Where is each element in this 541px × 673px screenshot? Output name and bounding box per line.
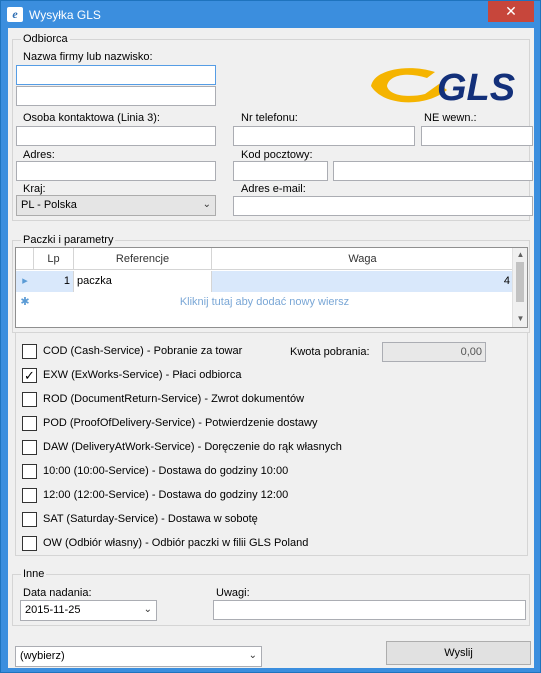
recipient-group: Odbiorca GLS Nazwa firmy lub nazwisko: O… (12, 33, 533, 221)
cell-reference[interactable]: paczka (74, 271, 212, 292)
company-name-line2-input[interactable] (16, 86, 216, 106)
scroll-up-icon[interactable]: ▲ (513, 250, 528, 259)
service-label: DAW (DeliveryAtWork-Service) - Doręczeni… (43, 441, 342, 453)
service-label: 12:00 (12:00-Service) - Dostawa do godzi… (43, 489, 289, 501)
service-label: EXW (ExWorks-Service) - Płaci odbiorca (43, 369, 242, 381)
table-row[interactable]: ▸ 1 paczka 4 (16, 271, 513, 292)
cell-lp[interactable]: 1 (34, 271, 74, 292)
postal-code-label: Kod pocztowy: (241, 149, 313, 161)
address-label: Adres: (23, 149, 55, 161)
service-checkbox[interactable] (22, 536, 37, 551)
ne-label: NE wewn.: (424, 112, 477, 124)
scroll-down-icon[interactable]: ▼ (513, 314, 528, 323)
title-bar[interactable]: e Wysyłka GLS ✕ (1, 1, 540, 28)
country-select-value: PL - Polska (21, 199, 77, 211)
window-title: Wysyłka GLS (29, 8, 101, 22)
city-input[interactable] (333, 161, 533, 181)
dialog-client: Odbiorca GLS Nazwa firmy lub nazwisko: O… (8, 28, 534, 668)
service-checkbox[interactable] (22, 464, 37, 479)
grid-header-corner (16, 248, 34, 270)
email-label: Adres e-mail: (241, 183, 306, 195)
gls-logo: GLS (371, 67, 515, 108)
service-checkbox[interactable] (22, 392, 37, 407)
column-header-lp[interactable]: Lp (34, 248, 74, 270)
service-checkbox[interactable] (22, 440, 37, 455)
service-checkbox[interactable] (22, 512, 37, 527)
gls-logo-swoosh (371, 68, 447, 103)
date-value: 2015-11-25 (25, 604, 81, 616)
service-label: OW (Odbiór własny) - Odbiór paczki w fil… (43, 537, 309, 549)
parcels-grid[interactable]: Lp Referencje Waga ▸ 1 paczka 4 ✱ Klikni… (15, 247, 528, 328)
grid-scrollbar[interactable]: ▲ ▼ (512, 248, 527, 327)
service-label: 10:00 (10:00-Service) - Dostawa do godzi… (43, 465, 289, 477)
service-label: SAT (Saturday-Service) - Dostawa w sobot… (43, 513, 258, 525)
cod-amount-label: Kwota pobrania: (290, 346, 370, 358)
email-input[interactable] (233, 196, 533, 216)
address-input[interactable] (16, 161, 216, 181)
date-label: Data nadania: (23, 587, 92, 599)
date-picker[interactable]: 2015-11-25 ⌄ (20, 600, 157, 621)
contact-person-input[interactable] (16, 126, 216, 146)
column-header-weight[interactable]: Waga (212, 248, 513, 270)
row-indicator-icon: ▸ (22, 275, 28, 287)
company-label: Nazwa firmy lub nazwisko: (23, 51, 153, 63)
service-checkbox[interactable] (22, 488, 37, 503)
service-checkbox[interactable] (22, 416, 37, 431)
service-label: POD (ProofOfDelivery-Service) - Potwierd… (43, 417, 318, 429)
phone-label: Nr telefonu: (241, 112, 298, 124)
country-select[interactable]: PL - Polska ⌄ (16, 195, 216, 216)
scroll-thumb[interactable] (516, 262, 524, 302)
other-legend: Inne (21, 568, 47, 580)
chevron-down-icon: ⌄ (143, 604, 152, 615)
template-select-value: (wybierz) (20, 650, 65, 662)
services-panel: COD (Cash-Service) - Pobranie za towar K… (15, 332, 528, 556)
gls-logo-text: GLS (437, 67, 515, 108)
country-label: Kraj: (23, 183, 46, 195)
phone-input[interactable] (233, 126, 415, 146)
service-label: COD (Cash-Service) - Pobranie za towar (43, 345, 243, 357)
send-button[interactable]: Wyslij (386, 641, 531, 665)
notes-label: Uwagi: (216, 587, 250, 599)
cod-amount-input[interactable] (382, 342, 486, 362)
contact-label: Osoba kontaktowa (Linia 3): (23, 112, 160, 124)
cell-weight[interactable]: 4 (212, 271, 513, 292)
service-checkbox[interactable] (22, 344, 37, 359)
service-checkbox[interactable]: ✓ (22, 368, 37, 383)
close-button[interactable]: ✕ (488, 1, 534, 22)
app-icon: e (7, 7, 23, 22)
new-row[interactable]: ✱ Kliknij tutaj aby dodać nowy wiersz (16, 292, 513, 313)
chevron-down-icon: ⌄ (248, 650, 257, 661)
service-label: ROD (DocumentReturn-Service) - Zwrot dok… (43, 393, 305, 405)
dialog-window: e Wysyłka GLS ✕ Odbiorca GLS Nazwa firmy… (0, 0, 541, 673)
recipient-legend: Odbiorca (21, 33, 70, 45)
notes-input[interactable] (213, 600, 526, 620)
new-row-hint[interactable]: Kliknij tutaj aby dodać nowy wiersz (16, 292, 513, 313)
chevron-down-icon: ⌄ (202, 199, 211, 210)
grid-header: Lp Referencje Waga (16, 248, 513, 270)
other-group: Inne Data nadania: 2015-11-25 ⌄ Uwagi: (12, 568, 530, 626)
parcels-legend: Paczki i parametry (21, 234, 116, 246)
ne-extension-input[interactable] (421, 126, 533, 146)
postal-code-input[interactable] (233, 161, 328, 181)
company-name-input[interactable] (16, 65, 216, 85)
column-header-references[interactable]: Referencje (74, 248, 212, 270)
template-select[interactable]: (wybierz) ⌄ (15, 646, 262, 667)
